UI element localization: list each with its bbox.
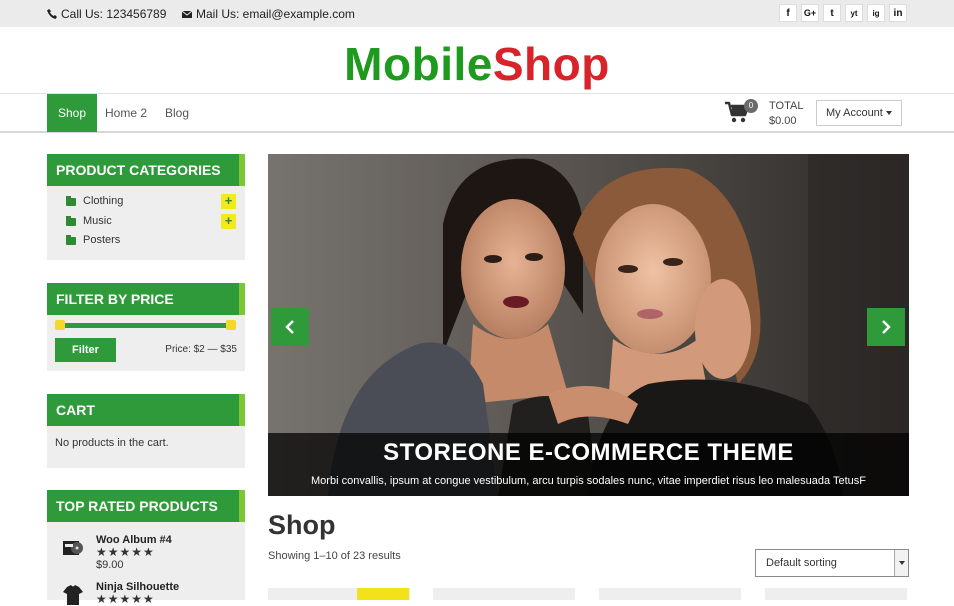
- folder-icon: [66, 235, 76, 245]
- phone-contact: Call Us: 123456789: [47, 7, 166, 21]
- twitter-icon[interactable]: t: [823, 4, 841, 22]
- sale-badge: [357, 588, 409, 600]
- folder-icon: [66, 216, 76, 226]
- linkedin-icon[interactable]: in: [889, 4, 907, 22]
- cart-count-badge: 0: [744, 99, 758, 113]
- slider-prev-button[interactable]: [271, 308, 309, 346]
- product-price: $9.00: [96, 559, 124, 571]
- top-rated-products-widget: TOP RATED PRODUCTS Woo Album #4 ★★★★★ $9…: [47, 490, 245, 606]
- product-categories-widget: PRODUCT CATEGORIES Clothing + Music + Po…: [47, 154, 245, 260]
- phone-icon: [47, 9, 57, 19]
- page-title: Shop: [268, 510, 336, 540]
- mail-text: Mail Us: email@example.com: [196, 7, 355, 21]
- category-label: Clothing: [83, 195, 124, 207]
- envelope-icon: [182, 10, 192, 18]
- star-rating: ★★★★★: [96, 592, 155, 606]
- category-label: Posters: [83, 234, 121, 246]
- sort-select-value: Default sorting: [766, 557, 837, 569]
- expand-plus-icon[interactable]: +: [221, 194, 236, 209]
- my-account-label: My Account: [826, 107, 883, 119]
- nav-item-shop[interactable]: Shop: [47, 94, 98, 132]
- slider-next-button[interactable]: [867, 308, 905, 346]
- social-links: f G+ t yt ig in: [779, 4, 907, 22]
- album-icon: [63, 541, 83, 555]
- nav-item-home-2[interactable]: Home 2: [94, 94, 158, 132]
- top-rated-item[interactable]: Ninja Silhouette ★★★★★: [47, 581, 245, 606]
- price-slider-track[interactable]: [60, 323, 231, 328]
- chevron-left-icon: [285, 320, 294, 334]
- price-range-text: Price: $2 — $35: [165, 344, 237, 355]
- category-item-music[interactable]: Music +: [47, 214, 245, 233]
- result-count: Showing 1–10 of 23 results: [268, 550, 401, 562]
- widget-title: FILTER BY PRICE: [47, 283, 245, 315]
- youtube-icon[interactable]: yt: [845, 4, 863, 22]
- caret-down-icon: [885, 111, 892, 116]
- chevron-down-icon: [894, 550, 908, 576]
- widget-title: PRODUCT CATEGORIES: [47, 154, 245, 186]
- star-rating: ★★★★★: [96, 545, 155, 559]
- my-account-dropdown[interactable]: My Account: [816, 100, 902, 126]
- google-plus-icon[interactable]: G+: [801, 4, 819, 22]
- logo-part-shop: Shop: [492, 38, 610, 90]
- sort-select[interactable]: Default sorting: [755, 549, 909, 577]
- price-slider-min-handle[interactable]: [55, 320, 65, 330]
- folder-icon: [66, 196, 76, 206]
- filter-button[interactable]: Filter: [55, 338, 116, 362]
- category-item-clothing[interactable]: Clothing +: [47, 194, 245, 213]
- category-item-posters[interactable]: Posters: [47, 233, 245, 252]
- main-nav: Shop Home 2 Blog 0 TOTAL $0.00 My Accoun…: [0, 93, 954, 133]
- instagram-icon[interactable]: ig: [867, 4, 885, 22]
- tshirt-icon: [63, 585, 83, 605]
- phone-text: Call Us: 123456789: [61, 7, 167, 21]
- expand-plus-icon[interactable]: +: [221, 214, 236, 229]
- cart-total-value: $0.00: [769, 115, 797, 127]
- price-slider-max-handle[interactable]: [226, 320, 236, 330]
- product-card[interactable]: [599, 588, 741, 600]
- price-filter-widget: FILTER BY PRICE Filter Price: $2 — $35: [47, 283, 245, 371]
- logo-part-mobile: Mobile: [344, 38, 493, 90]
- hero-slider[interactable]: STOREONE E-COMMERCE THEME Morbi convalli…: [268, 154, 909, 496]
- widget-title: CART: [47, 394, 245, 426]
- widget-title: TOP RATED PRODUCTS: [47, 490, 245, 522]
- mail-contact: Mail Us: email@example.com: [182, 7, 355, 21]
- hero-title: STOREONE E-COMMERCE THEME: [383, 439, 794, 466]
- facebook-icon[interactable]: f: [779, 4, 797, 22]
- top-bar: Call Us: 123456789 Mail Us: email@exampl…: [0, 0, 954, 27]
- cart-empty-message: No products in the cart.: [55, 437, 169, 449]
- category-label: Music: [83, 215, 112, 227]
- product-card[interactable]: [433, 588, 575, 600]
- hero-caption: STOREONE E-COMMERCE THEME Morbi convalli…: [268, 433, 909, 496]
- site-logo[interactable]: MobileShop: [0, 36, 954, 92]
- chevron-right-icon: [882, 320, 891, 334]
- top-rated-item[interactable]: Woo Album #4 ★★★★★ $9.00: [47, 534, 245, 580]
- cart-widget: CART No products in the cart.: [47, 394, 245, 468]
- product-card[interactable]: [765, 588, 907, 600]
- hero-subtitle: Morbi convallis, ipsum at congue vestibu…: [311, 475, 866, 487]
- cart-total-label: TOTAL: [769, 100, 804, 112]
- nav-item-blog[interactable]: Blog: [154, 94, 200, 132]
